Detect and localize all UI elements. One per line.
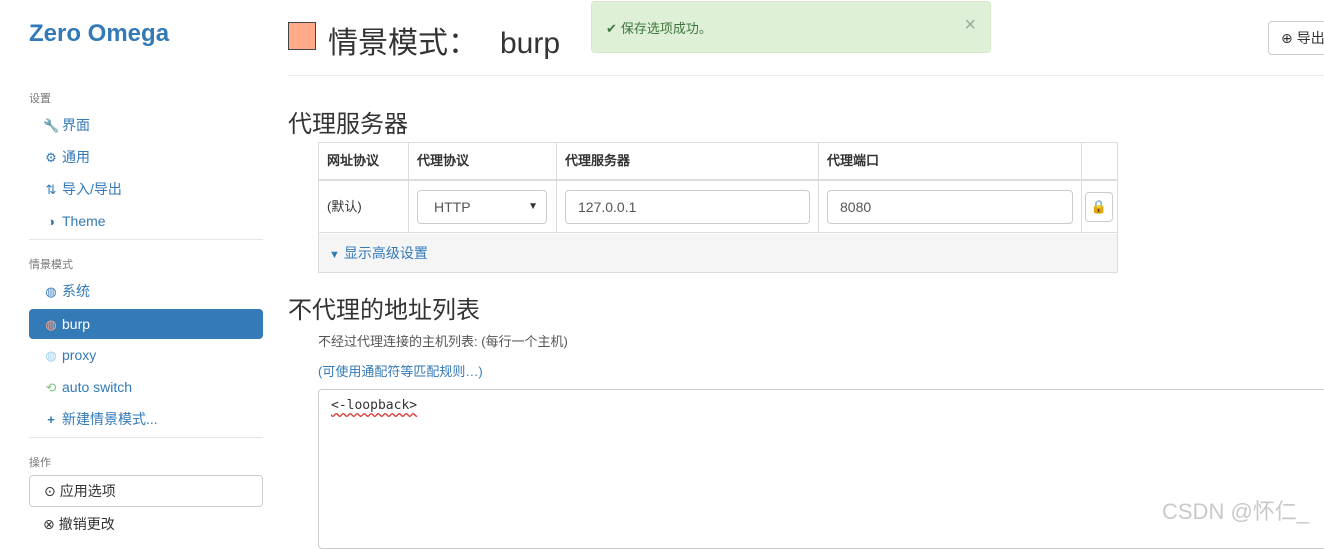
half-circle-icon: ◑ <box>47 214 55 229</box>
discard-label: 撤销更改 <box>58 516 115 532</box>
globe-icon: ◍ <box>45 348 57 363</box>
alert-message: 保存选项成功。 <box>620 21 712 36</box>
gear-icon: ⚙ <box>45 150 57 165</box>
sidebar-item-theme[interactable]: ◑ Theme <box>29 206 263 236</box>
protocol-select[interactable]: HTTP ▼ <box>417 190 547 224</box>
sidebar-item-general[interactable]: ⚙ 通用 <box>29 142 263 172</box>
globe-icon: ◍ <box>45 284 57 299</box>
sidebar-item-label: 界面 <box>62 117 90 133</box>
chevron-down-icon: ▼ <box>329 249 340 261</box>
advanced-label: 显示高级设置 <box>343 245 428 261</box>
table-cell: HTTP ▼ <box>409 181 557 233</box>
switch-arrows-icon: ⟲ <box>45 380 57 395</box>
lock-icon: 🔒 <box>1090 199 1108 214</box>
sidebar-item-interface[interactable]: 🔧 界面 <box>29 110 263 140</box>
success-alert: ✔ 保存选项成功。 × <box>591 1 991 53</box>
export-button[interactable]: ⊕ 导出 <box>1268 21 1324 55</box>
column-header: 代理协议 <box>409 143 557 181</box>
protocol-value: HTTP <box>434 199 471 215</box>
page-title: 情景模式： burp <box>328 18 560 62</box>
sidebar-item-label: 导入/导出 <box>62 181 122 197</box>
table-cell: 127.0.0.1 <box>557 181 819 233</box>
title-prefix: 情景模式： <box>328 27 478 60</box>
sidebar-item-label: Theme <box>62 213 106 229</box>
table-cell: 8080 <box>819 181 1082 233</box>
proxy-table: 网址协议 代理协议 代理服务器 代理端口 (默认) HTTP ▼ 127.0.0… <box>318 142 1118 273</box>
column-header: 代理端口 <box>819 143 1082 181</box>
sidebar-item-label: proxy <box>62 347 97 363</box>
lock-button[interactable]: 🔒 <box>1085 192 1113 222</box>
profiles-header: 情景模式 <box>29 259 73 271</box>
divider <box>29 239 263 240</box>
download-icon: ⊕ <box>1281 30 1293 46</box>
sidebar-item-label: 系统 <box>62 283 90 299</box>
import-export-icon: ⇅ <box>45 182 57 197</box>
table-cell: 🔒 <box>1082 181 1117 233</box>
export-label: 导出 <box>1296 30 1324 46</box>
sidebar: Zero Omega 设置 🔧 界面 ⚙ 通用 ⇅ 导入/导出 ◑ Theme 情景模式… <box>0 0 290 532</box>
bypass-help-text: 不经过代理连接的主机列表: (每行一个主机) <box>318 334 568 349</box>
column-header-empty <box>1082 143 1117 181</box>
sidebar-item-label: 通用 <box>62 149 90 165</box>
sidebar-item-label: 新建情景模式... <box>62 411 158 427</box>
brand-title: Zero Omega <box>29 20 170 47</box>
column-header: 代理服务器 <box>557 143 819 181</box>
sidebar-item-import-export[interactable]: ⇅ 导入/导出 <box>29 174 263 204</box>
settings-header: 设置 <box>29 93 51 105</box>
close-icon[interactable]: × <box>964 14 976 37</box>
sidebar-item-proxy[interactable]: ◍ proxy <box>29 340 263 370</box>
check-icon: ✔ <box>606 21 617 36</box>
port-input[interactable]: 8080 <box>827 190 1073 224</box>
column-header: 网址协议 <box>319 143 409 181</box>
header-divider <box>288 75 1324 76</box>
apply-label: 应用选项 <box>59 483 116 499</box>
server-input[interactable]: 127.0.0.1 <box>565 190 810 224</box>
plus-icon: + <box>47 412 55 427</box>
sidebar-item-system[interactable]: ◍ 系统 <box>29 276 263 306</box>
wildcard-rules-link[interactable]: (可使用通配符等匹配规则…) <box>318 361 483 380</box>
sidebar-item-new-profile[interactable]: + 新建情景模式... <box>29 404 263 434</box>
table-cell: (默认) <box>319 181 409 233</box>
proxy-section-title: 代理服务器 <box>288 111 408 138</box>
x-circle-icon: ⊗ <box>43 516 55 532</box>
sidebar-item-burp[interactable]: ◍ burp <box>29 309 263 339</box>
globe-icon: ◍ <box>45 317 57 332</box>
apply-button[interactable]: ⊙ 应用选项 <box>29 475 263 507</box>
actions-header: 操作 <box>29 457 51 469</box>
wrench-icon: 🔧 <box>43 118 60 133</box>
divider <box>29 437 263 438</box>
profile-name: burp <box>500 27 561 60</box>
bypass-section-title: 不代理的地址列表 <box>288 297 480 324</box>
sidebar-item-label: auto switch <box>62 379 133 395</box>
scheme-text: (默认) <box>327 199 362 214</box>
sidebar-item-auto-switch[interactable]: ⟲ auto switch <box>29 372 263 402</box>
profile-color-swatch[interactable] <box>288 22 316 50</box>
chevron-down-icon: ▼ <box>528 201 538 212</box>
watermark: CSDN @怀仁_ <box>1162 499 1310 524</box>
bypass-entry: <-loopback> <box>331 398 418 413</box>
sidebar-item-label: burp <box>62 316 91 332</box>
advanced-settings-toggle[interactable]: ▼ 显示高级设置 <box>319 234 1117 272</box>
check-circle-icon: ⊙ <box>44 483 56 499</box>
discard-button[interactable]: ⊗ 撤销更改 <box>29 509 263 539</box>
